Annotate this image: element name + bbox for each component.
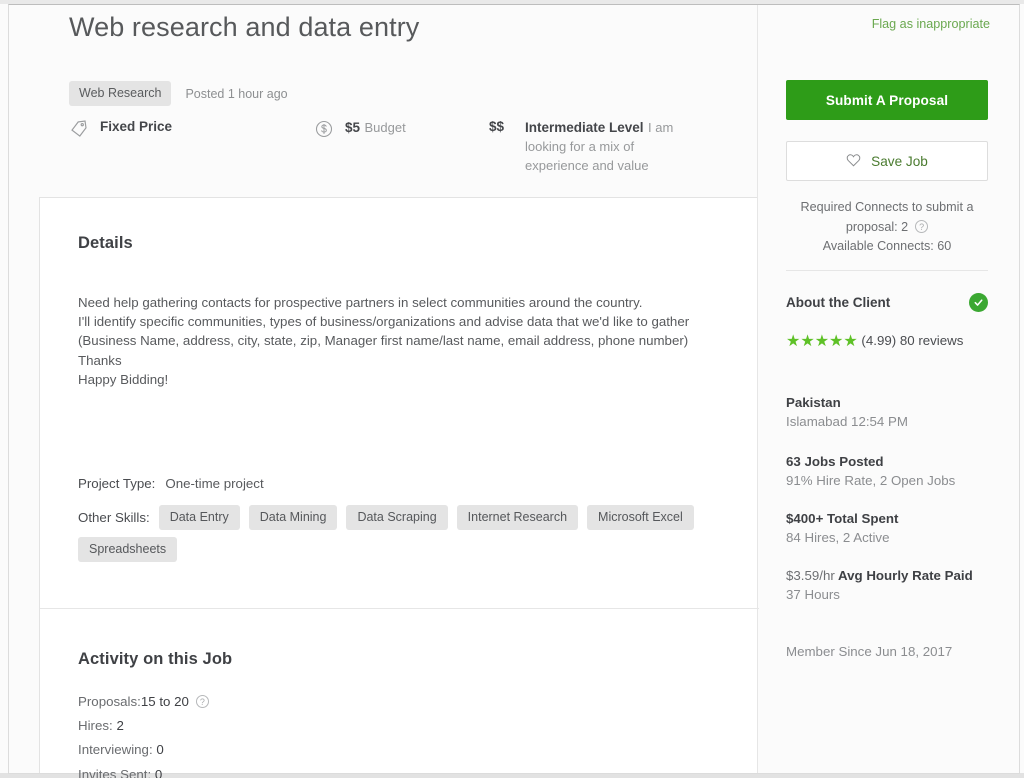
details-heading: Details (78, 234, 133, 252)
activity-invites: Invites Sent: 0 (78, 763, 209, 778)
heart-icon (846, 153, 861, 170)
card-divider (40, 608, 759, 609)
sidebar-section-divider (786, 270, 988, 271)
flag-as-inappropriate-link[interactable]: Flag as inappropriate (845, 17, 990, 31)
job-meta-row: Web Research Posted 1 hour ago (69, 81, 288, 106)
skill-tag[interactable]: Data Entry (158, 505, 240, 530)
jobs-posted: 63 Jobs Posted (786, 454, 884, 469)
total-hours: 37 Hours (786, 587, 840, 603)
question-mark-icon[interactable]: ? (195, 695, 209, 708)
hires-label: Hires: (78, 718, 113, 734)
save-job-button[interactable]: Save Job (786, 141, 988, 181)
main-content-column: Web research and data entry Web Research… (9, 5, 759, 778)
price-type-label: Fixed Price (100, 119, 173, 134)
level-title: Intermediate Level (525, 120, 644, 135)
interviewing-label: Interviewing: (78, 742, 153, 758)
project-type-row: Project Type: One-time project (78, 476, 264, 491)
client-country: Pakistan (786, 395, 841, 410)
skill-tag[interactable]: Data Scraping (346, 505, 448, 530)
connects-required: Required Connects to submit a proposal: … (800, 200, 974, 234)
verified-check-icon (969, 293, 988, 312)
level-dollar-marker: $$ (489, 119, 505, 134)
invites-label: Invites Sent: (78, 766, 152, 778)
skill-tag[interactable]: Microsoft Excel (587, 505, 694, 530)
interviewing-value: 0 (156, 742, 164, 758)
client-rate-block: $3.59/hr Avg Hourly Rate Paid 37 Hours (786, 566, 991, 605)
other-skills-row: Other Skills: Data Entry Data Mining Dat… (78, 505, 728, 569)
budget-amount: $5 (345, 120, 361, 135)
posted-time: Posted 1 hour ago (185, 86, 288, 101)
member-since: Member Since Jun 18, 2017 (786, 644, 953, 659)
budget-label: Budget (364, 120, 406, 135)
invites-value: 0 (154, 766, 163, 778)
dollar-circle-icon (314, 119, 336, 141)
client-location-block: Pakistan Islamabad 12:54 PM (786, 393, 991, 432)
total-spent: $400+ Total Spent (786, 511, 899, 526)
fact-budget: $5 Budget (314, 118, 406, 141)
star-rating-icon: ★★★★★ (786, 333, 858, 350)
job-details-page: Web research and data entry Web Research… (0, 0, 1024, 778)
activity-interviewing: Interviewing: 0 (78, 738, 209, 762)
client-hires: 84 Hires, 2 Active (786, 530, 890, 546)
activity-proposals: Proposals:15 to 20? (78, 690, 209, 714)
category-badge[interactable]: Web Research (69, 81, 172, 106)
sidebar-divider (757, 5, 758, 773)
connects-info: Required Connects to submit a proposal: … (786, 198, 988, 257)
project-type-value: One-time project (165, 476, 264, 491)
activity-heading: Activity on this Job (78, 650, 233, 668)
rating-text: (4.99) 80 reviews (861, 333, 964, 348)
client-rating: ★★★★★ (4.99) 80 reviews (786, 330, 986, 352)
other-skills-label: Other Skills: (78, 510, 150, 525)
avg-hourly-rate-amount: $3.59/hr (786, 568, 835, 583)
proposals-label: Proposals: (78, 694, 141, 709)
skill-tag[interactable]: Spreadsheets (78, 537, 178, 562)
save-job-label: Save Job (871, 153, 928, 169)
fact-experience-level: $$ Intermediate Level I am looking for a… (489, 118, 729, 175)
job-facts: Fixed Price $5 Budget $$ Intermediate Le… (69, 118, 729, 188)
activity-list: Proposals:15 to 20? Hires: 2 Interviewin… (78, 690, 209, 778)
project-type-label: Project Type: (78, 476, 156, 491)
client-local-time: Islamabad 12:54 PM (786, 414, 908, 430)
question-mark-icon[interactable]: ? (915, 219, 929, 233)
about-client-header: About the Client (786, 293, 988, 312)
job-description: Need help gathering contacts for prospec… (78, 295, 690, 387)
page-title: Web research and data entry (69, 12, 420, 42)
connects-available: Available Connects: 60 (822, 239, 952, 253)
details-card: Details Need help gathering contacts for… (39, 197, 759, 778)
avg-hourly-rate-label: Avg Hourly Rate Paid (838, 568, 973, 583)
activity-hires: Hires: 2 (78, 714, 209, 738)
proposals-value: 15 to 20 (140, 694, 189, 709)
hires-value: 2 (116, 718, 124, 734)
hire-rate: 91% Hire Rate, 2 Open Jobs (786, 473, 956, 489)
skill-tag[interactable]: Internet Research (456, 505, 579, 530)
client-spend-block: $400+ Total Spent 84 Hires, 2 Active (786, 509, 991, 548)
fact-fixed-price: Fixed Price (69, 118, 172, 141)
client-jobs-block: 63 Jobs Posted 91% Hire Rate, 2 Open Job… (786, 452, 991, 491)
submit-proposal-button[interactable]: Submit A Proposal (786, 80, 988, 120)
about-client-title: About the Client (786, 295, 891, 310)
price-tag-icon (69, 119, 91, 141)
skill-tag[interactable]: Data Mining (248, 505, 338, 530)
